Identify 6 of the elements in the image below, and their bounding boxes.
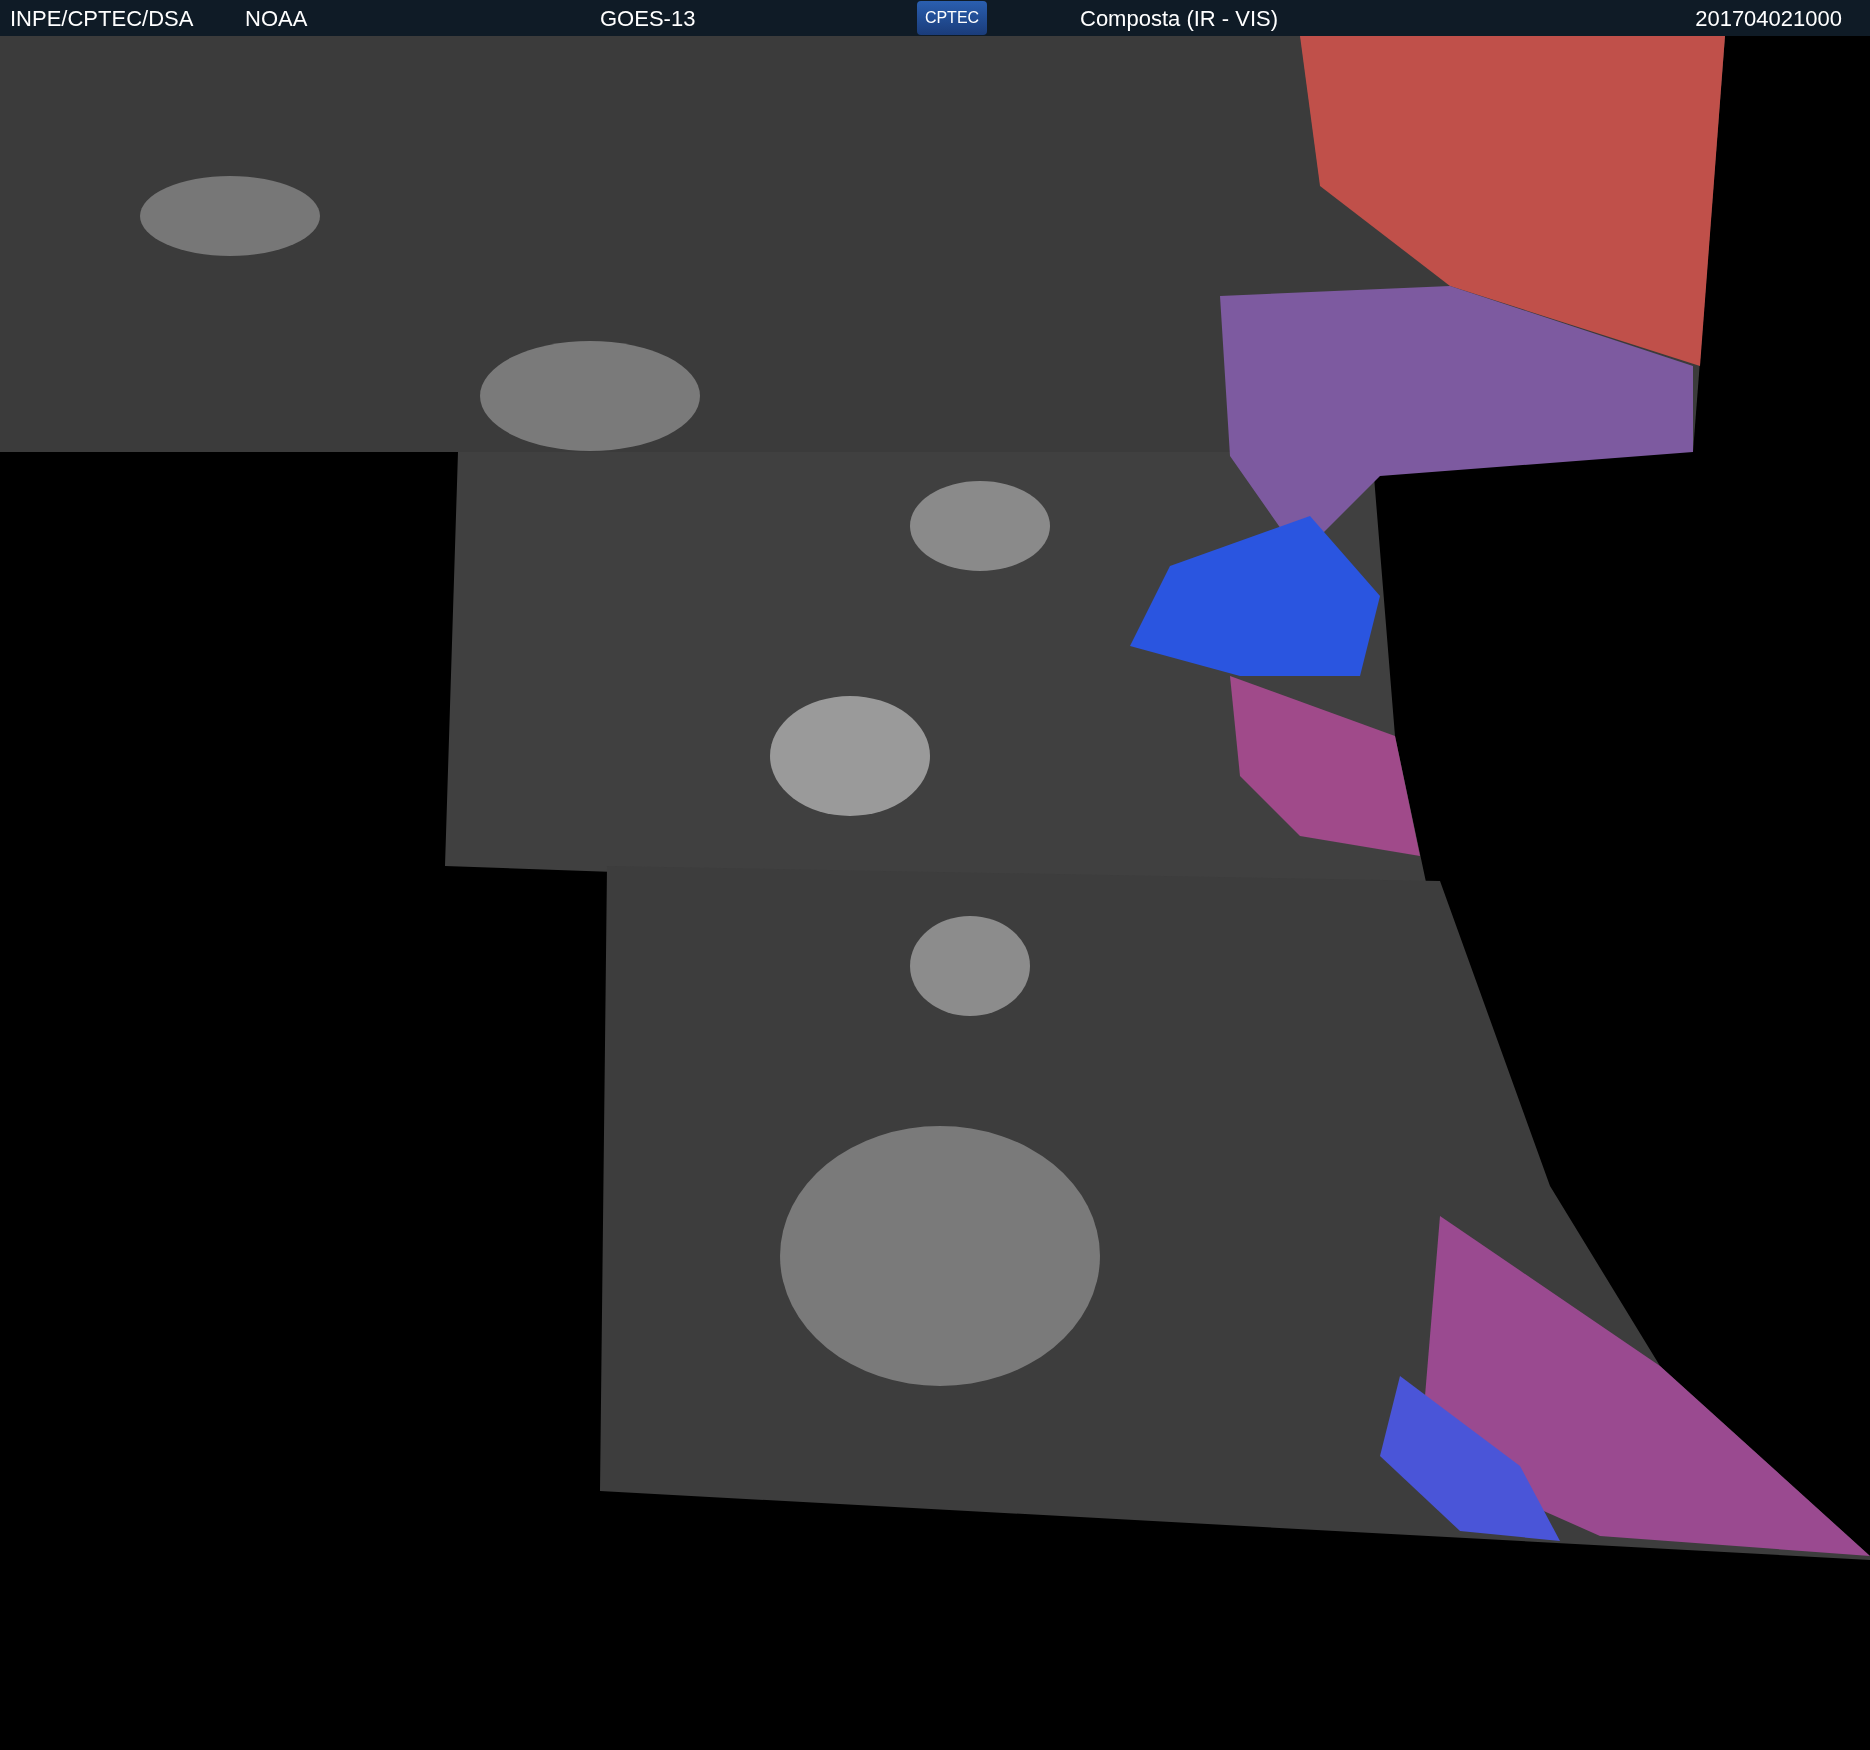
timestamp-label: 201704021000: [1695, 4, 1842, 33]
logo: CPTEC: [917, 1, 987, 35]
agency-label: NOAA: [245, 4, 309, 33]
satellite-label: GOES-13: [600, 4, 697, 33]
source-label: INPE/CPTEC/DSA: [10, 4, 195, 33]
product-label: Composta (IR - VIS): [1080, 4, 1279, 33]
